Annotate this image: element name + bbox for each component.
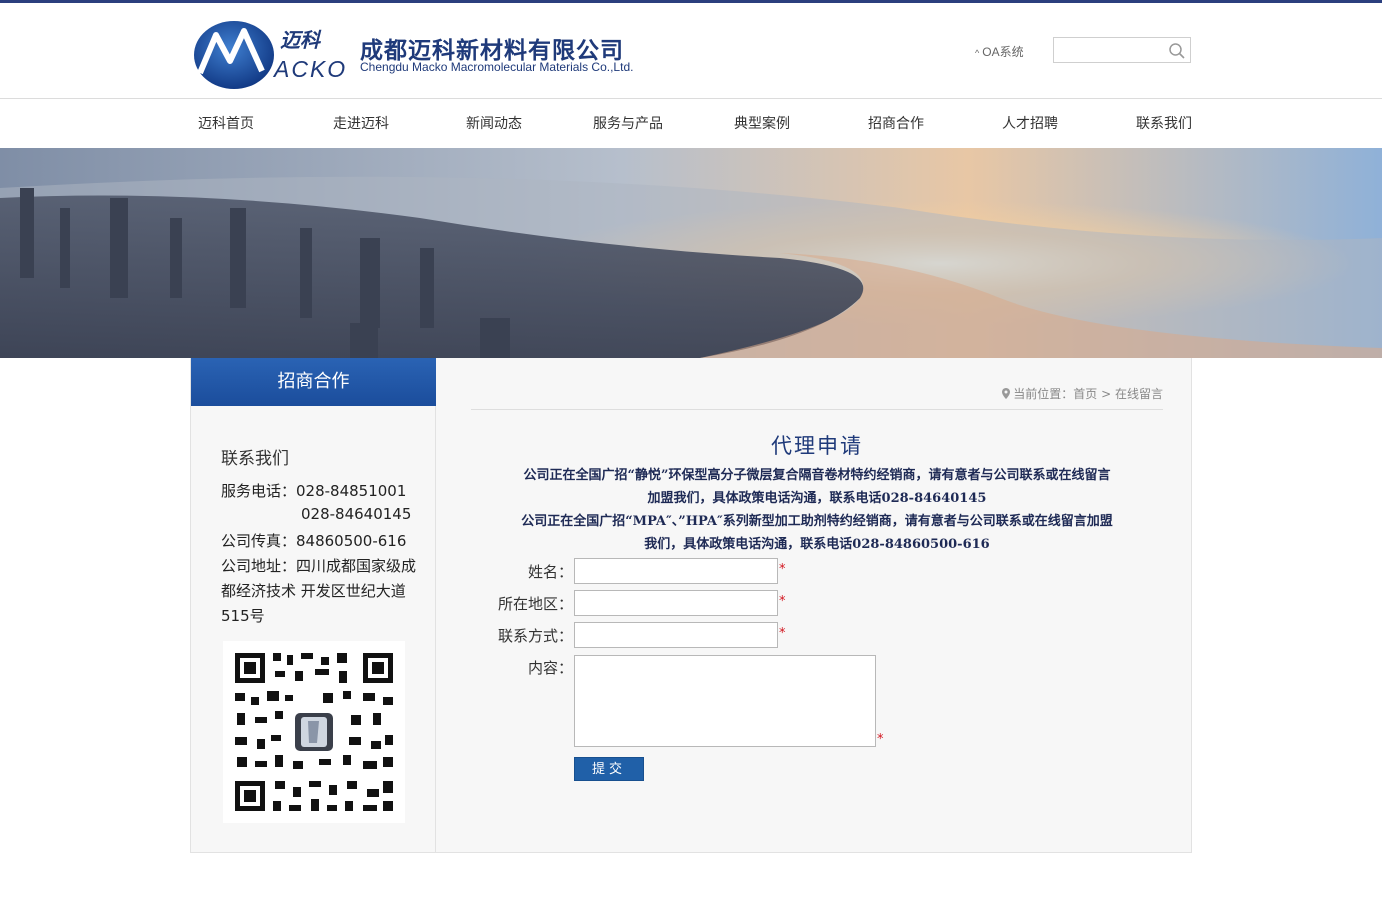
notice-line-4: 我们，具体政策电话沟通，联系电话028-84860500-616 bbox=[644, 537, 990, 552]
content-area: 当前位置：首页 > 在线留言 代理申请 公司正在全国广招“静悦”环保型高分子微层… bbox=[437, 358, 1191, 852]
contact-address-line-2: 都经济技术 开发区世纪大道 bbox=[221, 582, 406, 600]
wechat-qr-code bbox=[223, 641, 405, 823]
breadcrumb-home[interactable]: 首页 bbox=[1073, 387, 1097, 401]
content-label: 内容： bbox=[527, 659, 573, 677]
breadcrumb-separator: > bbox=[1101, 387, 1112, 401]
name-required-mark: * bbox=[779, 562, 786, 577]
contact-address-line-3: 515号 bbox=[221, 607, 265, 625]
caret-up-icon: ^ bbox=[975, 48, 980, 58]
nav-item-home[interactable]: 迈科首页 bbox=[198, 100, 254, 148]
submit-button[interactable]: 提交 bbox=[574, 757, 644, 781]
breadcrumb-prefix: 当前位置： bbox=[1013, 387, 1074, 401]
content-required-mark: * bbox=[877, 732, 884, 747]
sidebar: 招商合作 联系我们 服务电话：028-84851001 028-84640145… bbox=[191, 358, 436, 852]
sidebar-title: 招商合作 bbox=[191, 358, 436, 406]
notice-line-2: 加盟我们，具体政策电话沟通，联系电话028-84640145 bbox=[647, 491, 987, 506]
main-nav: 迈科首页 走进迈科 新闻动态 服务与产品 典型案例 招商合作 人才招聘 联系我们 bbox=[0, 100, 1382, 148]
nav-item-careers[interactable]: 人才招聘 bbox=[1002, 100, 1058, 148]
contact-heading: 联系我们 bbox=[221, 449, 289, 469]
form-title: 代理申请 bbox=[771, 434, 863, 458]
banner-image bbox=[0, 148, 1382, 358]
nav-item-investment[interactable]: 招商合作 bbox=[868, 100, 924, 148]
nav-item-products[interactable]: 服务与产品 bbox=[593, 100, 663, 148]
content-textarea[interactable] bbox=[574, 655, 876, 747]
name-label: 姓名： bbox=[527, 563, 573, 581]
oa-system-link[interactable]: ^ OA系统 bbox=[975, 43, 1024, 60]
breadcrumb: 当前位置：首页 > 在线留言 bbox=[1002, 385, 1163, 402]
nav-item-contact[interactable]: 联系我们 bbox=[1136, 100, 1192, 148]
contact-input[interactable] bbox=[574, 622, 778, 648]
company-name-en: Chengdu Macko Macromolecular Materials C… bbox=[360, 60, 634, 74]
notice-line-1: 公司正在全国广招“静悦”环保型高分子微层复合隔音卷材特约经销商，请有意者与公司联… bbox=[523, 468, 1111, 483]
oa-system-label: OA系统 bbox=[982, 45, 1024, 59]
contact-label: 联系方式： bbox=[497, 627, 573, 645]
contact-fax: 公司传真：84860500-616 bbox=[221, 532, 407, 550]
name-input[interactable] bbox=[574, 558, 778, 584]
contact-phone-2: 028-84640145 bbox=[301, 505, 412, 523]
search-icon[interactable] bbox=[1168, 42, 1186, 60]
breadcrumb-current: 在线留言 bbox=[1114, 387, 1163, 401]
location-pin-icon bbox=[1002, 388, 1011, 399]
site-header: 迈科 ACKO 成都迈科新材料有限公司 Chengdu Macko Macrom… bbox=[0, 3, 1382, 99]
company-logo[interactable]: 迈科 ACKO bbox=[190, 13, 350, 91]
contact-required-mark: * bbox=[779, 626, 786, 641]
nav-item-about[interactable]: 走进迈科 bbox=[333, 100, 389, 148]
main-panel: 招商合作 联系我们 服务电话：028-84851001 028-84640145… bbox=[190, 358, 1192, 853]
search-box bbox=[1053, 37, 1191, 63]
region-input[interactable] bbox=[574, 590, 778, 616]
nav-item-cases[interactable]: 典型案例 bbox=[734, 100, 790, 148]
contact-address-line-1: 公司地址：四川成都国家级成 bbox=[221, 557, 417, 575]
region-required-mark: * bbox=[779, 594, 786, 609]
logo-word-text: ACKO bbox=[272, 56, 347, 82]
city-banner bbox=[0, 148, 1382, 358]
contact-phone-1: 服务电话：028-84851001 bbox=[221, 482, 407, 500]
region-label: 所在地区： bbox=[497, 595, 573, 613]
content-divider bbox=[471, 409, 1163, 410]
notice-line-3: 公司正在全国广招“MPA″、”HPA″系列新型加工助剂特约经销商，请有意者与公司… bbox=[521, 514, 1113, 529]
nav-item-news[interactable]: 新闻动态 bbox=[466, 100, 522, 148]
search-input[interactable] bbox=[1054, 38, 1166, 62]
logo-mark-text: 迈科 bbox=[280, 28, 322, 52]
